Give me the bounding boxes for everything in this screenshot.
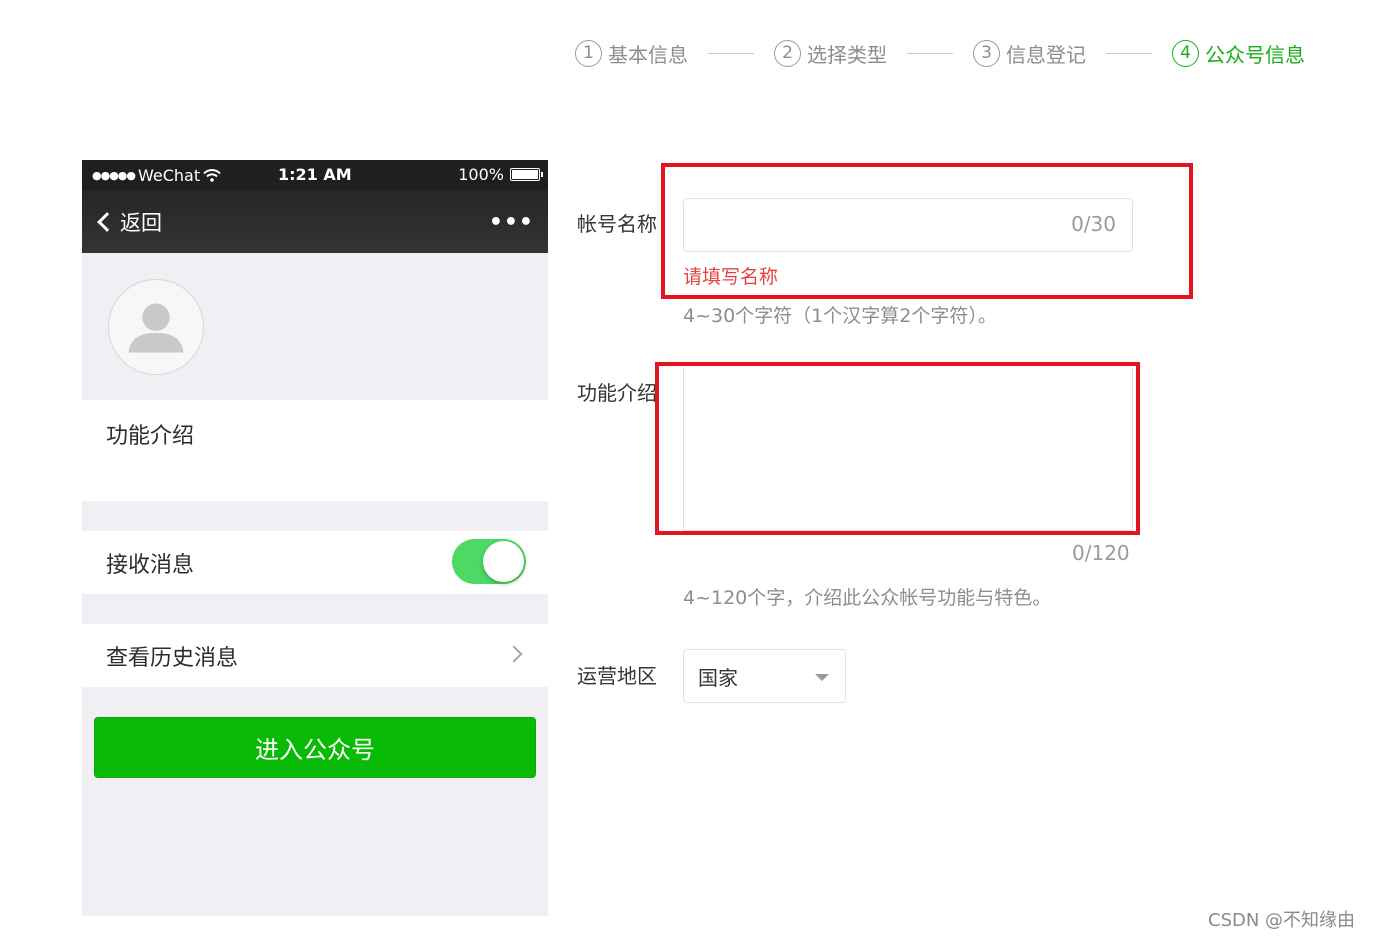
highlight-box-intro xyxy=(655,362,1140,535)
phone-status-bar: ●●●●● WeChat 1:21 AM 100% xyxy=(82,160,548,190)
history-messages-label: 查看历史消息 xyxy=(106,645,239,671)
step-number: 1 xyxy=(575,39,602,67)
account-name-hint: 4~30个字符（1个汉字算2个字符）。 xyxy=(683,305,997,327)
chevron-right-icon xyxy=(505,645,523,663)
step-account-info: 4 公众号信息 xyxy=(1172,39,1305,68)
step-label: 信息登记 xyxy=(1006,42,1086,67)
default-avatar-icon xyxy=(128,303,184,353)
signal-strength-icon: ●●●●● xyxy=(92,168,136,182)
more-icon[interactable]: ••• xyxy=(489,210,534,235)
step-divider xyxy=(1106,52,1152,54)
watermark: CSDN @不知缘由 xyxy=(1208,910,1356,931)
account-name-label: 帐号名称 xyxy=(577,212,657,236)
intro-label: 功能介绍 xyxy=(577,381,657,405)
step-label: 基本信息 xyxy=(608,42,688,67)
receive-messages-cell: 接收消息 xyxy=(82,531,548,594)
step-number: 2 xyxy=(774,39,801,67)
history-messages-cell[interactable]: 查看历史消息 xyxy=(82,624,548,687)
step-label: 公众号信息 xyxy=(1205,42,1305,67)
carrier-signal: ●●●●● WeChat xyxy=(92,166,221,185)
receive-messages-toggle[interactable] xyxy=(452,539,526,584)
intro-counter: 0/120 xyxy=(1072,541,1130,565)
wifi-icon xyxy=(203,168,221,182)
back-label: 返回 xyxy=(120,210,162,235)
back-button[interactable]: 返回 xyxy=(96,207,162,237)
toggle-knob xyxy=(483,541,524,582)
dropdown-caret-icon xyxy=(815,674,829,681)
intro-hint: 4~120个字，介绍此公众帐号功能与特色。 xyxy=(683,587,1052,609)
enter-account-button[interactable]: 进入公众号 xyxy=(94,717,536,778)
receive-messages-label: 接收消息 xyxy=(106,552,195,578)
carrier-name: WeChat xyxy=(138,165,201,185)
status-time: 1:21 AM xyxy=(278,165,352,184)
step-registration: 3 信息登记 xyxy=(973,39,1086,68)
battery-status: 100% xyxy=(458,165,543,184)
step-number: 3 xyxy=(973,39,1000,67)
progress-stepper: 1 基本信息 2 选择类型 3 信息登记 4 公众号信息 xyxy=(575,38,1305,68)
step-basic-info: 1 基本信息 xyxy=(575,39,688,68)
region-select[interactable]: 国家 xyxy=(683,649,846,703)
phone-preview: ●●●●● WeChat 1:21 AM 100% 返回 ••• 功能介绍 接收… xyxy=(82,160,548,916)
step-select-type: 2 选择类型 xyxy=(774,39,887,68)
region-label: 运营地区 xyxy=(577,664,657,688)
step-divider xyxy=(708,52,754,54)
step-label: 选择类型 xyxy=(807,42,887,67)
intro-label: 功能介绍 xyxy=(106,424,195,449)
battery-percent: 100% xyxy=(458,165,504,184)
region-selected-value: 国家 xyxy=(698,665,738,690)
chevron-left-icon xyxy=(97,211,117,232)
intro-cell: 功能介绍 xyxy=(82,400,548,501)
step-number: 4 xyxy=(1172,39,1199,67)
phone-nav-bar: 返回 ••• xyxy=(82,190,548,253)
step-divider xyxy=(907,52,953,54)
profile-header xyxy=(82,253,548,400)
battery-icon xyxy=(510,168,543,181)
highlight-box-name xyxy=(661,163,1193,299)
avatar xyxy=(108,279,204,375)
